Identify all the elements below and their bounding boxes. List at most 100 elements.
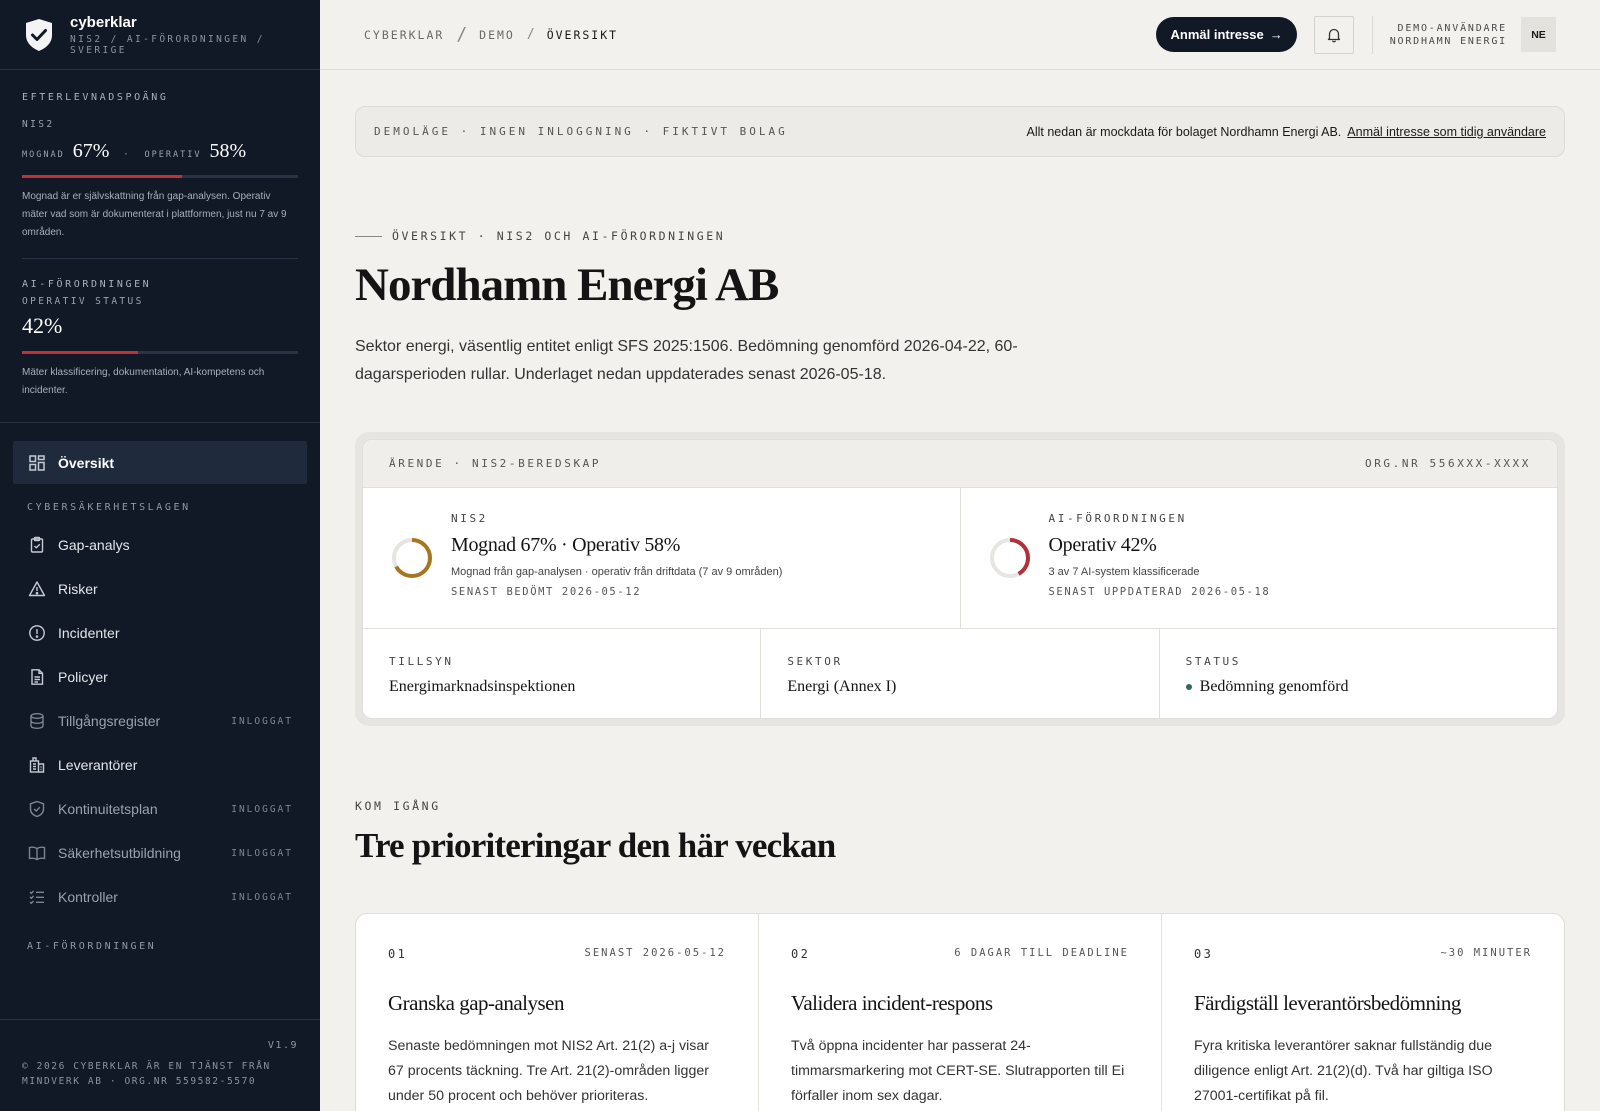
sidebar-item-policyer[interactable]: Policyer: [0, 655, 320, 699]
login-required-tag: INLOGGAT: [231, 803, 293, 815]
status-badge: Bedömning genomförd: [1185, 678, 1557, 696]
warning-icon: [28, 580, 46, 598]
priority-body: Fyra kritiska leverantörer saknar fullst…: [1194, 1038, 1493, 1104]
priority-number: 01: [388, 947, 408, 961]
demo-mode-label: DEMOLÄGE · INGEN INLOGGNING · FIKTIVT BO…: [374, 125, 788, 138]
nis2-progress-ring: [392, 538, 432, 578]
status-value: Bedömning genomförd: [1199, 678, 1349, 695]
tillsyn-field: TILLSYN Energimarknadsinspektionen: [363, 629, 760, 718]
demo-banner-text: Allt nedan är mockdata för bolaget Nordh…: [1027, 125, 1546, 139]
priority-meta: ~30 MINUTER: [1440, 947, 1532, 959]
page-title: Nordhamn Energi AB: [355, 259, 779, 311]
version: V1.9: [267, 1040, 298, 1051]
priority-cards: 01 SENAST 2026-05-12 Granska gap-analyse…: [355, 913, 1565, 1111]
user-org: NORDHAMN ENERGI: [1389, 35, 1507, 47]
breadcrumb-separator: /: [456, 24, 468, 45]
sidebar-item-label: Policyer: [58, 669, 108, 685]
early-access-link[interactable]: Anmäl intresse som tidig användare: [1347, 125, 1546, 139]
ai-progress-bar: [22, 351, 298, 354]
priority-body: Två öppna incidenter har passerat 24-tim…: [791, 1038, 1125, 1104]
bell-icon: [1327, 28, 1340, 42]
sidebar-item-oversikt[interactable]: Översikt: [13, 441, 307, 484]
ai-progress-ring: [989, 538, 1030, 578]
case-title: ÄRENDE · NIS2-BEREDSKAP: [389, 457, 602, 470]
nis2-note: Mognad är er självskattning från gap-ana…: [22, 191, 287, 238]
demo-banner-message: Allt nedan är mockdata för bolaget Nordh…: [1026, 124, 1342, 139]
nav-section-cybersakerhetslagen: CYBERSÄKERHETSLAGEN: [27, 502, 191, 513]
nis2-metrics: MOGNAD 67% · OPERATIV 58%: [22, 140, 298, 163]
shield-logo-icon: [26, 18, 52, 51]
breadcrumb-demo[interactable]: DEMO: [479, 28, 515, 42]
sidebar-item-kontroller[interactable]: Kontroller INLOGGAT: [0, 875, 320, 919]
sidebar-item-incidenter[interactable]: Incidenter: [0, 611, 320, 655]
notifications-button[interactable]: [1313, 15, 1354, 54]
copyright: © 2026 CYBERKLAR ÄR EN TJÄNST FRÅN MINDV…: [22, 1061, 271, 1087]
sidebar-item-tillgangsregister[interactable]: Tillgångsregister INLOGGAT: [0, 699, 320, 743]
document-icon: [28, 668, 46, 686]
sidebar-item-label: Kontroller: [58, 889, 118, 905]
ai-summary-note: 3 av 7 AI-system klassificerade: [1048, 566, 1200, 578]
sidebar-item-label: Tillgångsregister: [58, 713, 161, 729]
nis2-progress-bar: [22, 175, 298, 178]
sidebar-item-label: Risker: [58, 581, 98, 597]
metric-separator: ·: [123, 150, 131, 160]
priority-card-3[interactable]: 03 ~30 MINUTER Färdigställ leverantörsbe…: [1161, 914, 1564, 1111]
book-icon: [28, 844, 46, 862]
mognad-key: MOGNAD: [22, 150, 65, 160]
nis2-summary-note: Mognad från gap-analysen · operativ från…: [451, 566, 783, 578]
login-required-tag: INLOGGAT: [231, 891, 293, 903]
ai-note: Mäter klassificering, dokumentation, AI-…: [22, 367, 265, 396]
nis2-label: NIS2: [22, 119, 55, 130]
operativ-value: 58%: [209, 140, 247, 162]
sidebar-item-risker[interactable]: Risker: [0, 567, 320, 611]
tillsyn-value: Energimarknadsinspektionen: [389, 678, 576, 695]
avatar[interactable]: NE: [1521, 17, 1556, 52]
login-required-tag: INLOGGAT: [231, 715, 293, 727]
sidebar-item-kontinuitetsplan[interactable]: Kontinuitetsplan INLOGGAT: [0, 787, 320, 831]
grid-icon: [28, 454, 46, 472]
brand-subtitle: NIS2 / AI-FÖRORDNINGEN / SVERIGE: [70, 33, 265, 56]
sidebar-item-leverantorer[interactable]: Leverantörer: [0, 743, 320, 787]
divider: [22, 258, 298, 259]
priorities-eyebrow: KOM IGÅNG: [355, 799, 441, 813]
ai-summary-label: AI-FÖRORDNINGEN: [1048, 512, 1187, 525]
database-icon: [28, 712, 46, 730]
breadcrumb-cyberklar[interactable]: CYBERKLAR: [364, 28, 444, 42]
nis2-progress-fill: [22, 175, 183, 178]
sidebar-item-label: Leverantörer: [58, 757, 138, 773]
sidebar-item-label: Gap-analys: [58, 537, 130, 553]
sektor-field: SEKTOR Energi (Annex I): [760, 629, 1158, 718]
ai-summary[interactable]: AI-FÖRORDNINGEN Operativ 42% 3 av 7 AI-s…: [959, 488, 1558, 628]
checklist-icon: [28, 888, 46, 906]
sidebar-item-label: Säkerhetsutbildning: [58, 845, 181, 861]
sidebar-item-label: Översikt: [58, 454, 115, 471]
ai-label: AI-FÖRORDNINGEN: [22, 279, 152, 290]
register-interest-label: Anmäl intresse: [1170, 27, 1264, 42]
sidebar-item-sakerhetsutbildning[interactable]: Säkerhetsutbildning INLOGGAT: [0, 831, 320, 875]
sidebar-footer: V1.9 © 2026 CYBERKLAR ÄR EN TJÄNST FRÅN …: [0, 1019, 320, 1111]
case-card: ÄRENDE · NIS2-BEREDSKAP ORG.NR 556XXX-XX…: [355, 432, 1565, 726]
sidebar-nav: Översikt CYBERSÄKERHETSLAGEN Gap-analys …: [0, 422, 320, 962]
nav-section-ai-forordningen: AI-FÖRORDNINGEN: [27, 941, 157, 952]
demo-banner: DEMOLÄGE · INGEN INLOGGNING · FIKTIVT BO…: [355, 106, 1565, 157]
sektor-value: Energi (Annex I): [787, 678, 897, 695]
overview-eyebrow-text: ÖVERSIKT · NIS2 OCH AI-FÖRORDNINGEN: [392, 229, 726, 243]
arrow-right-icon: →: [1269, 27, 1283, 42]
tillsyn-label: TILLSYN: [389, 655, 454, 668]
user-menu[interactable]: DEMO-ANVÄNDARE NORDHAMN ENERGI NE: [1371, 15, 1556, 54]
operativ-key: OPERATIV: [144, 150, 202, 160]
priority-card-2[interactable]: 02 6 DAGAR TILL DEADLINE Validera incide…: [758, 914, 1161, 1111]
nis2-summary[interactable]: NIS2 Mognad 67% · Operativ 58% Mognad fr…: [363, 488, 960, 628]
nis2-summary-value: Mognad 67% · Operativ 58%: [451, 534, 681, 556]
priority-card-1[interactable]: 01 SENAST 2026-05-12 Granska gap-analyse…: [356, 914, 758, 1111]
alert-circle-icon: [28, 624, 46, 642]
status-dot-icon: [1185, 684, 1192, 690]
sidebar-item-gap-analys[interactable]: Gap-analys: [0, 523, 320, 567]
user-name: DEMO-ANVÄNDARE: [1397, 22, 1507, 34]
breadcrumb-separator: /: [526, 27, 535, 42]
brand[interactable]: cyberklar NIS2 / AI-FÖRORDNINGEN / SVERI…: [0, 0, 320, 70]
status-label: STATUS: [1185, 655, 1241, 668]
register-interest-button[interactable]: Anmäl intresse →: [1156, 17, 1297, 52]
breadcrumb-current: ÖVERSIKT: [546, 27, 619, 42]
status-field: STATUS Bedömning genomförd: [1158, 629, 1557, 718]
